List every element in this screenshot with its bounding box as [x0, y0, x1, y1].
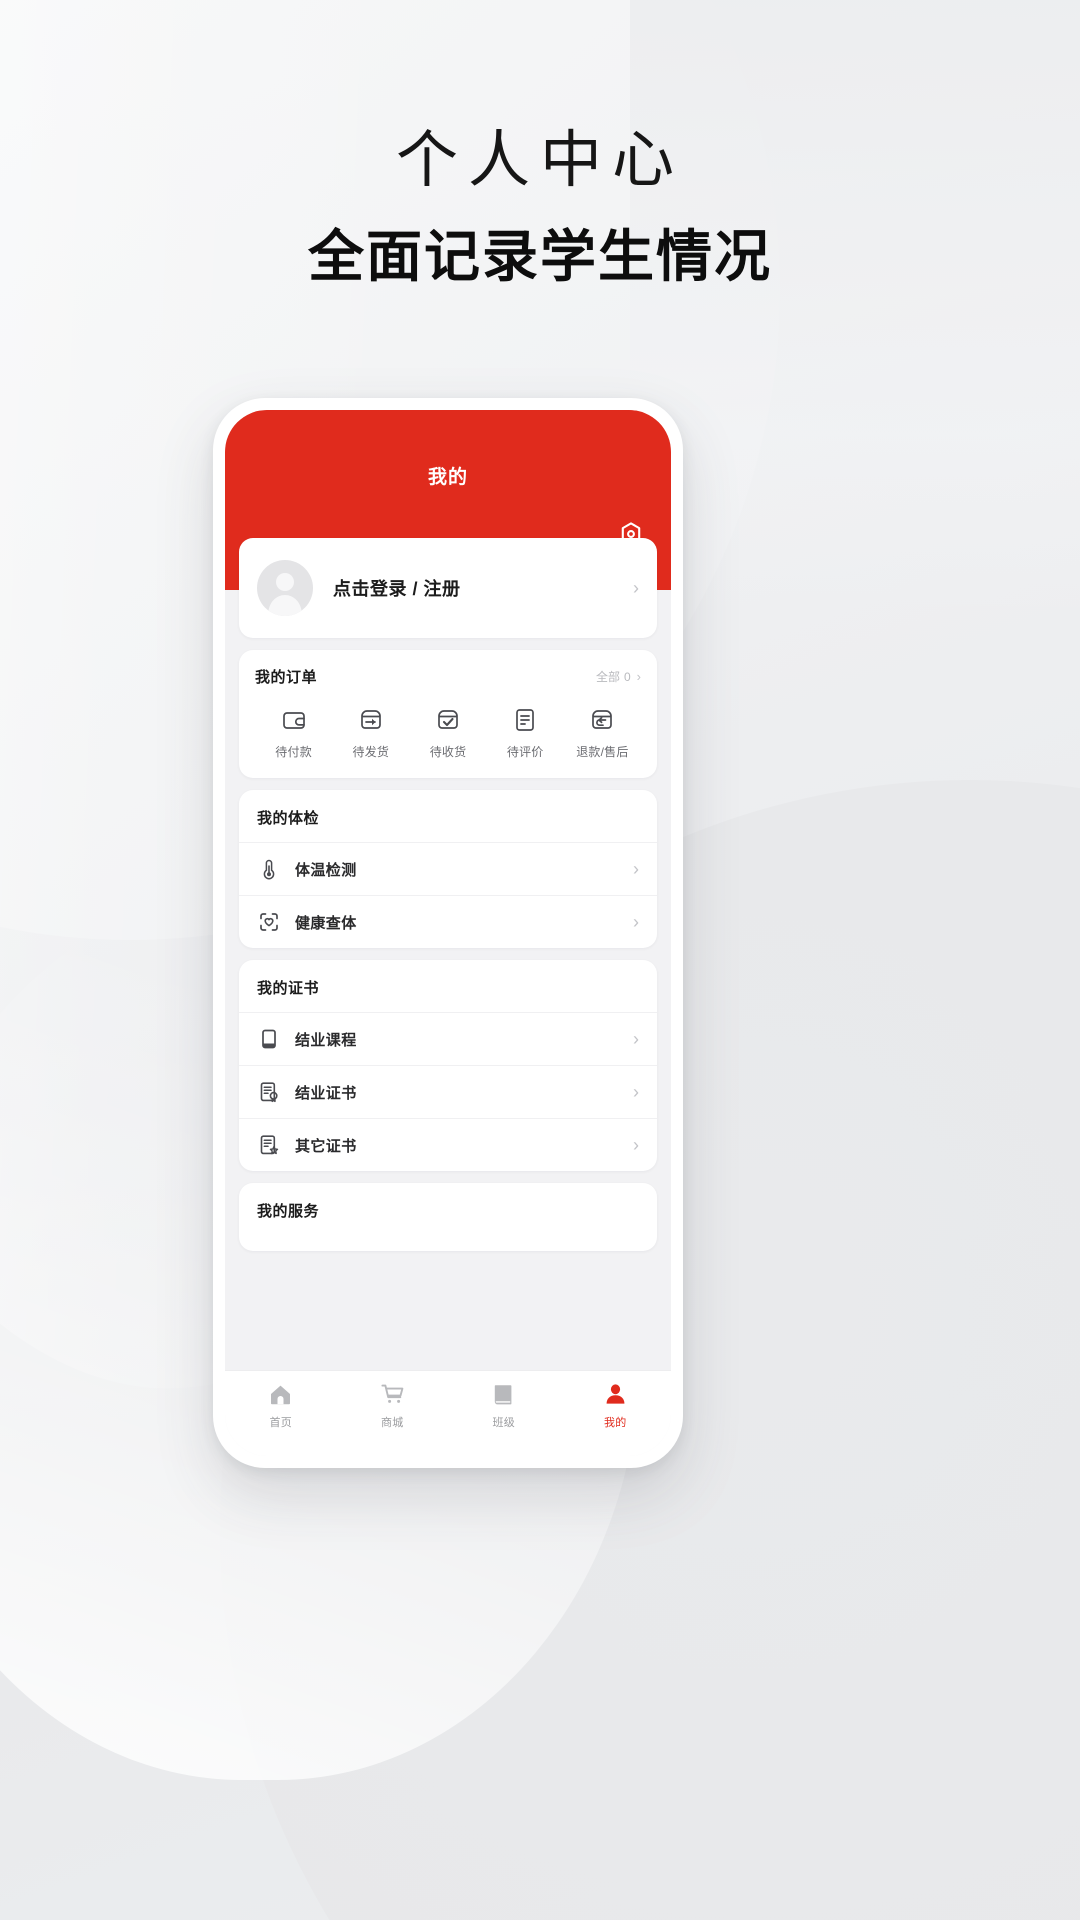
box-check-icon [435, 707, 461, 733]
app-header-title: 我的 [427, 467, 468, 488]
thermometer-icon [257, 858, 281, 880]
order-status-refund-aftersale[interactable]: 退款/售后 [564, 707, 641, 760]
person-icon [603, 1382, 628, 1407]
row-completed-courses[interactable]: 结业课程 › [239, 1012, 657, 1065]
row-label: 体温检测 [295, 861, 357, 879]
order-status-pending-receipt[interactable]: 待收货 [409, 707, 486, 760]
chevron-right-icon: › [633, 859, 639, 879]
chevron-right-icon: › [636, 669, 641, 684]
book-closed-icon [491, 1382, 516, 1407]
row-label: 健康查体 [295, 914, 357, 932]
orders-header: 我的订单 全部 0 › [255, 666, 641, 687]
section-card-health: 我的体检 体温检测 › 健康查体 › [239, 790, 657, 948]
login-card[interactable]: 点击登录 / 注册 › [239, 538, 657, 638]
chevron-right-icon: › [633, 1135, 639, 1155]
user-avatar-icon [257, 560, 313, 616]
book-icon [257, 1028, 281, 1050]
row-label: 结业证书 [295, 1084, 357, 1102]
row-health-exam[interactable]: 健康查体 › [239, 895, 657, 948]
section-title: 我的服务 [257, 1203, 320, 1220]
order-status-label: 待发货 [352, 745, 390, 759]
promo-title: 个人中心 [395, 127, 684, 195]
order-status-label: 待收货 [429, 745, 467, 759]
orders-all-count: 0 [623, 669, 631, 684]
certificate-star-icon [257, 1134, 281, 1156]
promo-headline: 个人中心 全面记录学生情况 [0, 126, 1080, 290]
login-label: 点击登录 / 注册 [333, 579, 461, 599]
document-lines-icon [512, 707, 538, 733]
orders-title: 我的订单 [255, 669, 318, 686]
box-return-icon [589, 707, 615, 733]
tab-label: 商城 [380, 1417, 404, 1429]
wallet-icon [281, 707, 307, 733]
chevron-right-icon: › [633, 1082, 639, 1102]
scan-heart-icon [257, 911, 281, 933]
chevron-right-icon: › [633, 912, 639, 932]
box-arrow-right-icon [358, 707, 384, 733]
row-label: 结业课程 [295, 1031, 357, 1049]
background-vertical-band [630, 0, 1080, 620]
section-card-certificates: 我的证书 结业课程 › 结业证书 › 其它证书 › [239, 960, 657, 1171]
tab-mine[interactable]: 我的 [560, 1382, 672, 1430]
order-status-pending-payment[interactable]: 待付款 [255, 707, 332, 760]
app-screen: 我的 点击登录 / 注册 › 我的订单 全部 0 › 待付款 待发货 待收货 待… [225, 410, 671, 1456]
cart-icon [380, 1382, 405, 1407]
row-label: 其它证书 [295, 1137, 357, 1155]
section-card-services: 我的服务 [239, 1183, 657, 1251]
row-temperature-check[interactable]: 体温检测 › [239, 842, 657, 895]
order-status-label: 退款/售后 [576, 745, 629, 759]
certificate-seal-icon [257, 1081, 281, 1103]
tab-class[interactable]: 班级 [448, 1382, 560, 1430]
bottom-tabbar: 首页 商城 班级 我的 [225, 1370, 671, 1456]
promo-subtitle: 全面记录学生情况 [308, 225, 772, 289]
chevron-right-icon: › [633, 578, 639, 598]
order-status-pending-review[interactable]: 待评价 [487, 707, 564, 760]
orders-all-label: 全部 [595, 670, 620, 684]
tab-shop[interactable]: 商城 [337, 1382, 449, 1430]
tab-label: 班级 [492, 1417, 516, 1429]
section-title: 我的体检 [257, 810, 320, 827]
tab-home[interactable]: 首页 [225, 1382, 337, 1430]
section-title: 我的证书 [257, 980, 320, 997]
tab-label: 首页 [269, 1417, 293, 1429]
row-other-certificates[interactable]: 其它证书 › [239, 1118, 657, 1171]
order-status-label: 待付款 [275, 745, 312, 759]
row-completion-certificate[interactable]: 结业证书 › [239, 1065, 657, 1118]
app-content[interactable]: 点击登录 / 注册 › 我的订单 全部 0 › 待付款 待发货 待收货 待评价 … [225, 538, 671, 1456]
orders-view-all-button[interactable]: 全部 0 › [596, 668, 641, 685]
order-status-pending-shipment[interactable]: 待发货 [332, 707, 409, 760]
home-icon [268, 1382, 293, 1407]
chevron-right-icon: › [633, 1029, 639, 1049]
orders-status-grid: 待付款 待发货 待收货 待评价 退款/售后 [255, 707, 641, 760]
orders-card: 我的订单 全部 0 › 待付款 待发货 待收货 待评价 退款/售后 [239, 650, 657, 778]
order-status-label: 待评价 [506, 745, 544, 759]
tab-label: 我的 [603, 1417, 627, 1429]
phone-mockup: 我的 点击登录 / 注册 › 我的订单 全部 0 › 待付款 待发货 待收货 待… [213, 398, 683, 1468]
